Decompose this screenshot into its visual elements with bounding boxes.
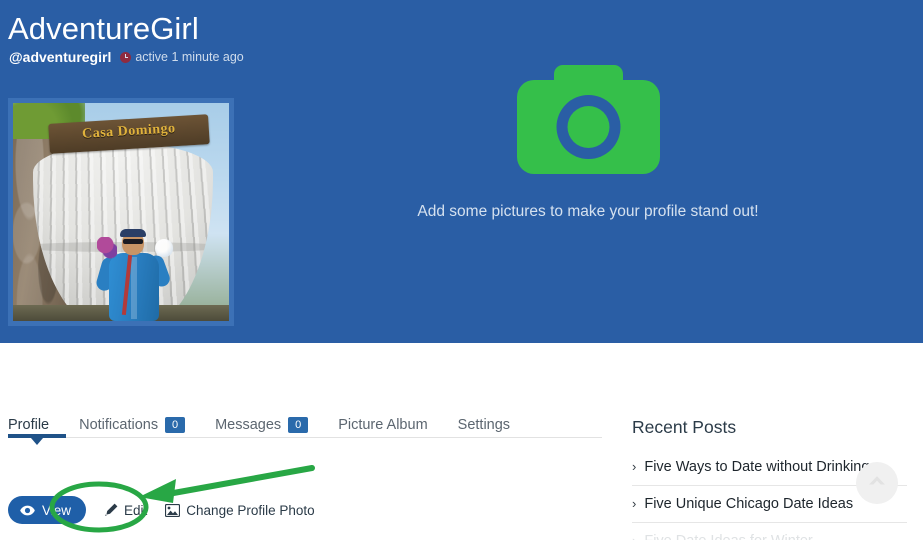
photo-sign-text: Casa Domingo	[81, 121, 176, 142]
eye-icon	[20, 505, 35, 516]
avatar[interactable]: Casa Domingo	[8, 98, 234, 326]
list-item-label: Five Unique Chicago Date Ideas	[644, 496, 854, 512]
profile-page: AdventureGirl @adventuregirl active 1 mi…	[0, 0, 923, 540]
scroll-to-top-button[interactable]	[856, 462, 898, 504]
change-profile-photo-label: Change Profile Photo	[186, 502, 315, 518]
edit-button-label: Edit	[124, 502, 148, 518]
photo-person-sunglasses	[123, 239, 143, 244]
last-active-label: active 1 minute ago	[135, 50, 244, 64]
list-item-label: Five Date Ideas for Winter	[644, 532, 812, 540]
tab-picture-album-label: Picture Album	[338, 417, 428, 433]
tab-notifications-label: Notifications	[79, 417, 159, 433]
chevron-right-icon: ›	[632, 532, 636, 540]
profile-header: AdventureGirl @adventuregirl active 1 mi…	[0, 0, 923, 343]
edit-button[interactable]: Edit	[104, 503, 147, 518]
add-pictures-promo: Add some pictures to make your profile s…	[396, 56, 780, 222]
tab-settings[interactable]: Settings	[458, 415, 510, 435]
list-item[interactable]: › Five Date Ideas for Winter	[632, 532, 907, 540]
chevron-right-icon: ›	[632, 459, 637, 474]
photo-person	[94, 229, 173, 321]
chevron-up-icon	[867, 474, 887, 492]
profile-nav-tabs: Profile Notifications 0 Messages 0 Pictu…	[8, 413, 510, 437]
avatar-photo: Casa Domingo	[13, 103, 229, 321]
tab-messages-badge: 0	[288, 417, 309, 433]
chevron-right-icon: ›	[632, 496, 637, 511]
change-profile-photo-button[interactable]: Change Profile Photo	[165, 502, 315, 518]
view-button[interactable]: View	[8, 496, 87, 524]
recent-posts-title: Recent Posts	[632, 417, 737, 437]
user-nicename: @adventuregirl	[9, 49, 112, 65]
photo-person-jacket	[109, 253, 159, 321]
tab-settings-label: Settings	[457, 417, 511, 433]
tab-profile[interactable]: Profile	[8, 415, 49, 435]
profile-actions: View Edit Change Profile Photo	[8, 496, 315, 524]
photo-person-hat	[120, 229, 146, 237]
profile-meta: @adventuregirl active 1 minute ago	[9, 48, 244, 66]
tab-messages[interactable]: Messages 0	[215, 415, 309, 435]
tab-notifications[interactable]: Notifications 0	[79, 415, 186, 435]
page-title: AdventureGirl	[8, 11, 199, 46]
camera-icon	[516, 56, 660, 180]
pencil-icon	[104, 503, 118, 517]
profile-body: Profile Notifications 0 Messages 0 Pictu…	[0, 343, 923, 540]
promo-text: Add some pictures to make your profile s…	[417, 203, 759, 220]
active-tab-pointer	[31, 438, 43, 445]
tab-notifications-badge: 0	[165, 417, 186, 433]
photo-flowers	[97, 237, 117, 259]
tab-messages-label: Messages	[215, 417, 282, 433]
list-item-label: Five Ways to Date without Drinking	[644, 459, 870, 475]
clock-icon	[120, 51, 132, 63]
last-active: active 1 minute ago	[120, 48, 244, 66]
tab-profile-label: Profile	[8, 417, 50, 433]
photo-wine-glass	[155, 239, 173, 257]
view-button-label: View	[42, 502, 72, 518]
image-icon	[165, 503, 181, 517]
tab-picture-album[interactable]: Picture Album	[338, 415, 427, 435]
tabs-divider	[8, 437, 602, 438]
